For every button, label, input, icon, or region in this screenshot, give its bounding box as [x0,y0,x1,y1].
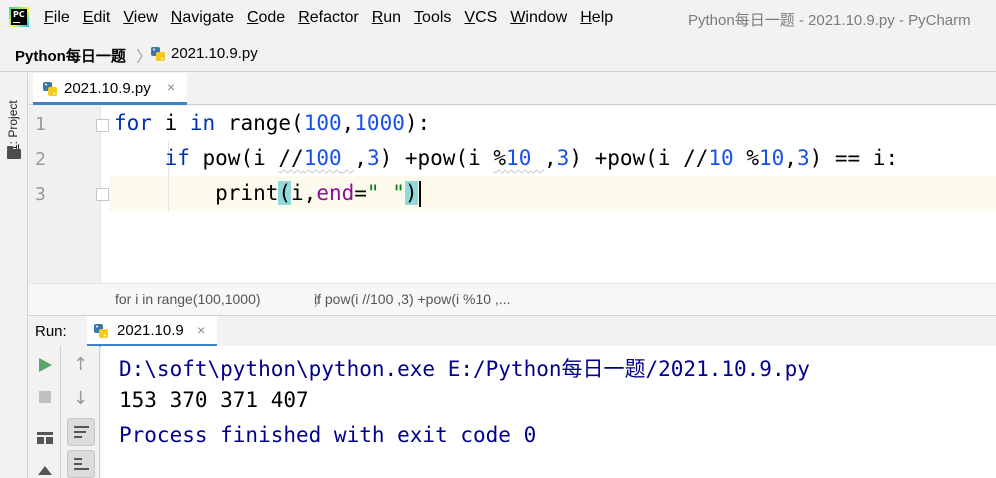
line-number: 3 [35,184,46,205]
console-line: D:\soft\python\python.exe E:/Python每日一题/… [119,357,810,381]
scroll-to-end-button[interactable] [67,450,95,478]
menu-tools[interactable]: Tools [414,9,451,27]
folder-icon[interactable] [7,146,21,159]
editor-gutter: 1 2 3 [29,106,109,283]
code-token: = [354,181,367,205]
code-token: for [114,111,152,135]
code-token: print [114,181,279,205]
code-token: in [189,111,216,135]
layout-icon[interactable] [37,432,53,444]
code-token: 100 [303,146,342,170]
line-number: 1 [35,114,46,135]
breadcrumb-project[interactable]: Python每日一题 [15,45,126,66]
code-token: 3 [556,146,570,170]
code-breadcrumbs: for i in range(100,1000) 〉 if pow(i //10… [29,283,996,315]
code-token: 10 [708,146,734,170]
code-token: ( [278,181,292,205]
menu-view[interactable]: View [123,9,157,27]
arrow-down-icon[interactable]: ↓ [73,388,88,409]
code-token: 10 [506,146,532,170]
code-token: range( [215,111,304,135]
menu-bar: PC File Edit View Navigate Code Refactor Run To… [0,0,996,36]
code-token: if [164,146,190,170]
code-token: 3 [796,146,810,170]
menu-items: File Edit View Navigate Code Refactor Run Tools… [44,0,626,36]
menu-window[interactable]: Window [510,9,567,27]
code-token: % [733,146,759,170]
run-tool-window-header: Run: 2021.10.9 × [29,315,996,347]
code-token: i, [291,181,317,205]
code-token: pow(i [189,146,279,170]
code-editor[interactable]: 1 2 3 for i in range(100,1000): if pow(i… [29,106,996,283]
code-token: " " [366,181,405,205]
menu-help[interactable]: Help [580,9,613,27]
editor-tab-file[interactable]: 2021.10.9.py × [33,73,187,105]
menu-navigate[interactable]: Navigate [171,9,234,27]
arrow-up-icon[interactable]: ↑ [73,354,88,375]
code-token: % [493,146,507,170]
text-caret [418,181,421,207]
run-label: Run: [35,323,67,340]
code-token: 3 [366,146,380,170]
python-file-icon [42,81,58,102]
code-token: 10 [758,146,785,170]
code-token: end [316,181,355,205]
python-file-icon [150,46,166,67]
pin-icon[interactable] [38,466,52,475]
pycharm-logo-icon: PC [9,7,29,27]
window-title: Python每日一题 - 2021.10.9.py - PyCharm [688,12,971,29]
code-token: , [341,111,355,135]
code-area[interactable]: for i in range(100,1000): if pow(i //100… [109,106,996,283]
code-line[interactable]: print(i,end=" ") [114,181,421,207]
soft-wrap-button[interactable] [67,418,95,446]
code-token: , [784,146,797,170]
fold-marker-icon[interactable] [96,119,109,132]
menu-file[interactable]: File [44,9,70,27]
code-token: , [544,146,557,170]
code-token: i [151,111,190,135]
run-toolbar [29,346,61,478]
editor-tab-label: 2021.10.9.py [64,80,151,97]
code-breadcrumb-item[interactable]: for i in range(100,1000) [115,291,261,307]
code-token: 100 [303,111,342,135]
left-tool-strip: 1: Project [0,73,28,478]
python-file-icon [93,323,109,344]
breadcrumb-file[interactable]: 2021.10.9.py [171,45,258,62]
code-token: ) == i: [809,146,899,170]
code-token: ) +pow(i // [569,146,709,170]
run-tab[interactable]: 2021.10.9 × [87,316,217,347]
code-token: ): [404,111,431,135]
close-icon[interactable]: × [167,79,175,95]
fold-marker-icon[interactable] [96,188,109,201]
run-console[interactable]: D:\soft\python\python.exe E:/Python每日一题/… [101,346,996,478]
console-line: Process finished with exit code 0 [119,423,537,447]
code-token: // [278,146,304,170]
menu-vcs[interactable]: VCS [464,9,497,27]
stop-icon[interactable] [39,391,51,403]
code-token: , [354,146,367,170]
line-number: 2 [35,149,46,170]
navigation-bar: Python每日一题 〉 2021.10.9.py [0,36,996,72]
menu-code[interactable]: Code [247,9,285,27]
menu-run[interactable]: Run [372,9,401,27]
play-icon[interactable] [39,358,52,372]
menu-edit[interactable]: Edit [83,9,111,27]
menu-refactor[interactable]: Refactor [298,9,358,27]
code-token: ) +pow(i [379,146,494,170]
console-line: 153 370 371 407 [119,388,309,412]
editor-tab-bar: 2021.10.9.py × [29,73,996,105]
code-breadcrumb-item[interactable]: if pow(i //100 ,3) +pow(i %10 ,... [314,291,510,307]
run-tab-label: 2021.10.9 [117,322,184,339]
code-token: ) [404,181,418,205]
close-icon[interactable]: × [197,322,205,338]
run-toolbar-secondary: ↑ ↓ [61,346,100,478]
code-line[interactable]: if pow(i //100 ,3) +pow(i %10 ,3) +pow(i… [114,146,899,170]
code-token: 1000 [354,111,405,135]
code-line[interactable]: for i in range(100,1000): [114,111,430,135]
